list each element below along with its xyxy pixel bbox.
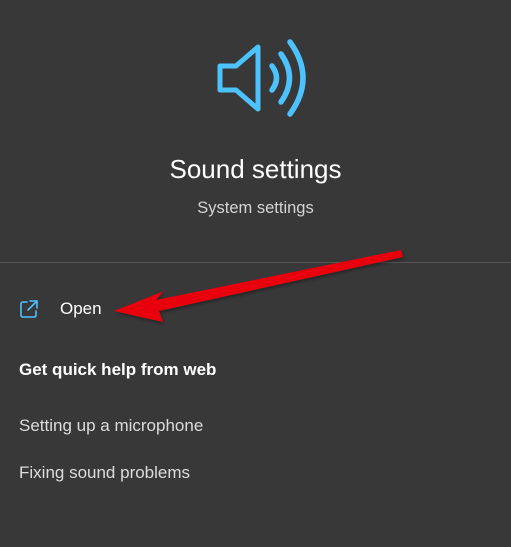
app-preview: Sound settings System settings — [0, 0, 511, 262]
speaker-icon — [217, 39, 306, 117]
search-result-panel: Sound settings System settings Open Get … — [0, 0, 511, 547]
app-category: System settings — [197, 199, 314, 217]
quick-help-heading: Get quick help from web — [19, 360, 217, 379]
open-external-icon — [20, 300, 38, 318]
help-link-sound-problems[interactable]: Fixing sound problems — [19, 463, 190, 483]
help-link-microphone[interactable]: Setting up a microphone — [19, 416, 203, 436]
open-button[interactable]: Open — [8, 290, 228, 328]
section-divider — [0, 262, 511, 263]
app-title: Sound settings — [169, 154, 342, 184]
open-label: Open — [60, 299, 102, 318]
